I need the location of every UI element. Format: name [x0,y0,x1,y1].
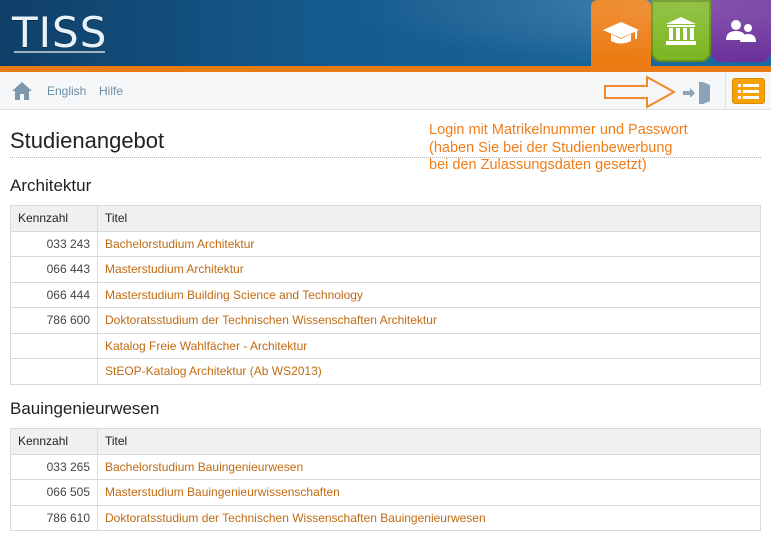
column-header-code: Kennzahl [10,428,98,455]
list-menu-icon [738,84,759,99]
table-row: 066 505 Masterstudium Bauingenieurwissen… [10,479,761,506]
annotation-line: (haben Sie bei der Studienbewerbung [429,139,673,156]
tab-study[interactable] [591,0,651,66]
section-heading-architektur: Architektur [10,176,92,195]
program-code [10,332,98,359]
help-link[interactable]: Hilfe [99,84,123,98]
degree-table-architektur: Kennzahl Titel 033 243 Bachelorstudium A… [10,205,761,385]
program-link[interactable]: Masterstudium Architektur [105,262,244,276]
program-link[interactable]: Bachelorstudium Architektur [105,237,254,251]
toolbar-divider [725,72,726,110]
program-link[interactable]: Masterstudium Building Science and Techn… [105,288,363,302]
column-header-title: Titel [97,428,761,455]
login-annotation: Login mit Matrikelnummer und Passwort (h… [429,122,688,175]
program-code: 786 600 [10,307,98,334]
annotation-line: Login mit Matrikelnummer und Passwort [429,122,688,138]
tab-people[interactable] [711,0,771,62]
degree-table-bauingenieurwesen: Kennzahl Titel 033 265 Bachelorstudium B… [10,428,761,531]
institution-building-icon [666,17,696,45]
arrow-right-icon [604,75,677,109]
program-link[interactable]: Doktoratsstudium der Technischen Wissens… [105,313,437,327]
page-title: Studienangebot [10,128,165,153]
people-icon [726,20,756,42]
table-row: Katalog Freie Wahlfächer - Architektur [10,332,761,359]
column-header-title: Titel [97,205,761,232]
menu-button[interactable] [732,78,765,104]
annotation-line: bei den Zulassungsdaten gesetzt) [429,157,647,173]
home-icon[interactable] [11,81,33,101]
logo-text: TISS [12,8,108,57]
program-code: 066 505 [10,479,98,506]
program-link[interactable]: Katalog Freie Wahlfächer - Architektur [105,339,307,353]
table-row: 786 610 Doktoratsstudium der Technischen… [10,504,761,531]
program-code: 786 610 [10,504,98,531]
program-link[interactable]: Masterstudium Bauingenieurwissenschaften [105,485,340,499]
table-row: 033 265 Bachelorstudium Bauingenieurwese… [10,453,761,480]
section-heading-bauingenieurwesen: Bauingenieurwesen [10,399,160,418]
tab-organisation[interactable] [651,0,711,62]
column-header-code: Kennzahl [10,205,98,232]
program-code [10,358,98,385]
table-row: StEOP-Katalog Architektur (Ab WS2013) [10,358,761,385]
program-code: 066 444 [10,281,98,308]
table-row: 786 600 Doktoratsstudium der Technischen… [10,307,761,334]
login-door-icon[interactable] [682,80,714,106]
logo-underline [14,51,106,53]
table-row: 066 444 Masterstudium Building Science a… [10,281,761,308]
title-divider [10,157,761,158]
program-code: 066 443 [10,256,98,283]
program-link[interactable]: Doktoratsstudium der Technischen Wissens… [105,511,486,525]
table-header-row: Kennzahl Titel [10,205,761,232]
tiss-logo[interactable]: TISS [12,8,107,57]
program-link[interactable]: StEOP-Katalog Architektur (Ab WS2013) [105,364,322,378]
table-header-row: Kennzahl Titel [10,428,761,455]
program-link[interactable]: Bachelorstudium Bauingenieurwesen [105,460,303,474]
program-code: 033 243 [10,230,98,257]
graduation-cap-icon [603,22,639,44]
language-link[interactable]: English [47,84,86,98]
site-header: TISS [0,0,771,66]
table-row: 066 443 Masterstudium Architektur [10,256,761,283]
table-row: 033 243 Bachelorstudium Architektur [10,230,761,257]
program-code: 033 265 [10,453,98,480]
